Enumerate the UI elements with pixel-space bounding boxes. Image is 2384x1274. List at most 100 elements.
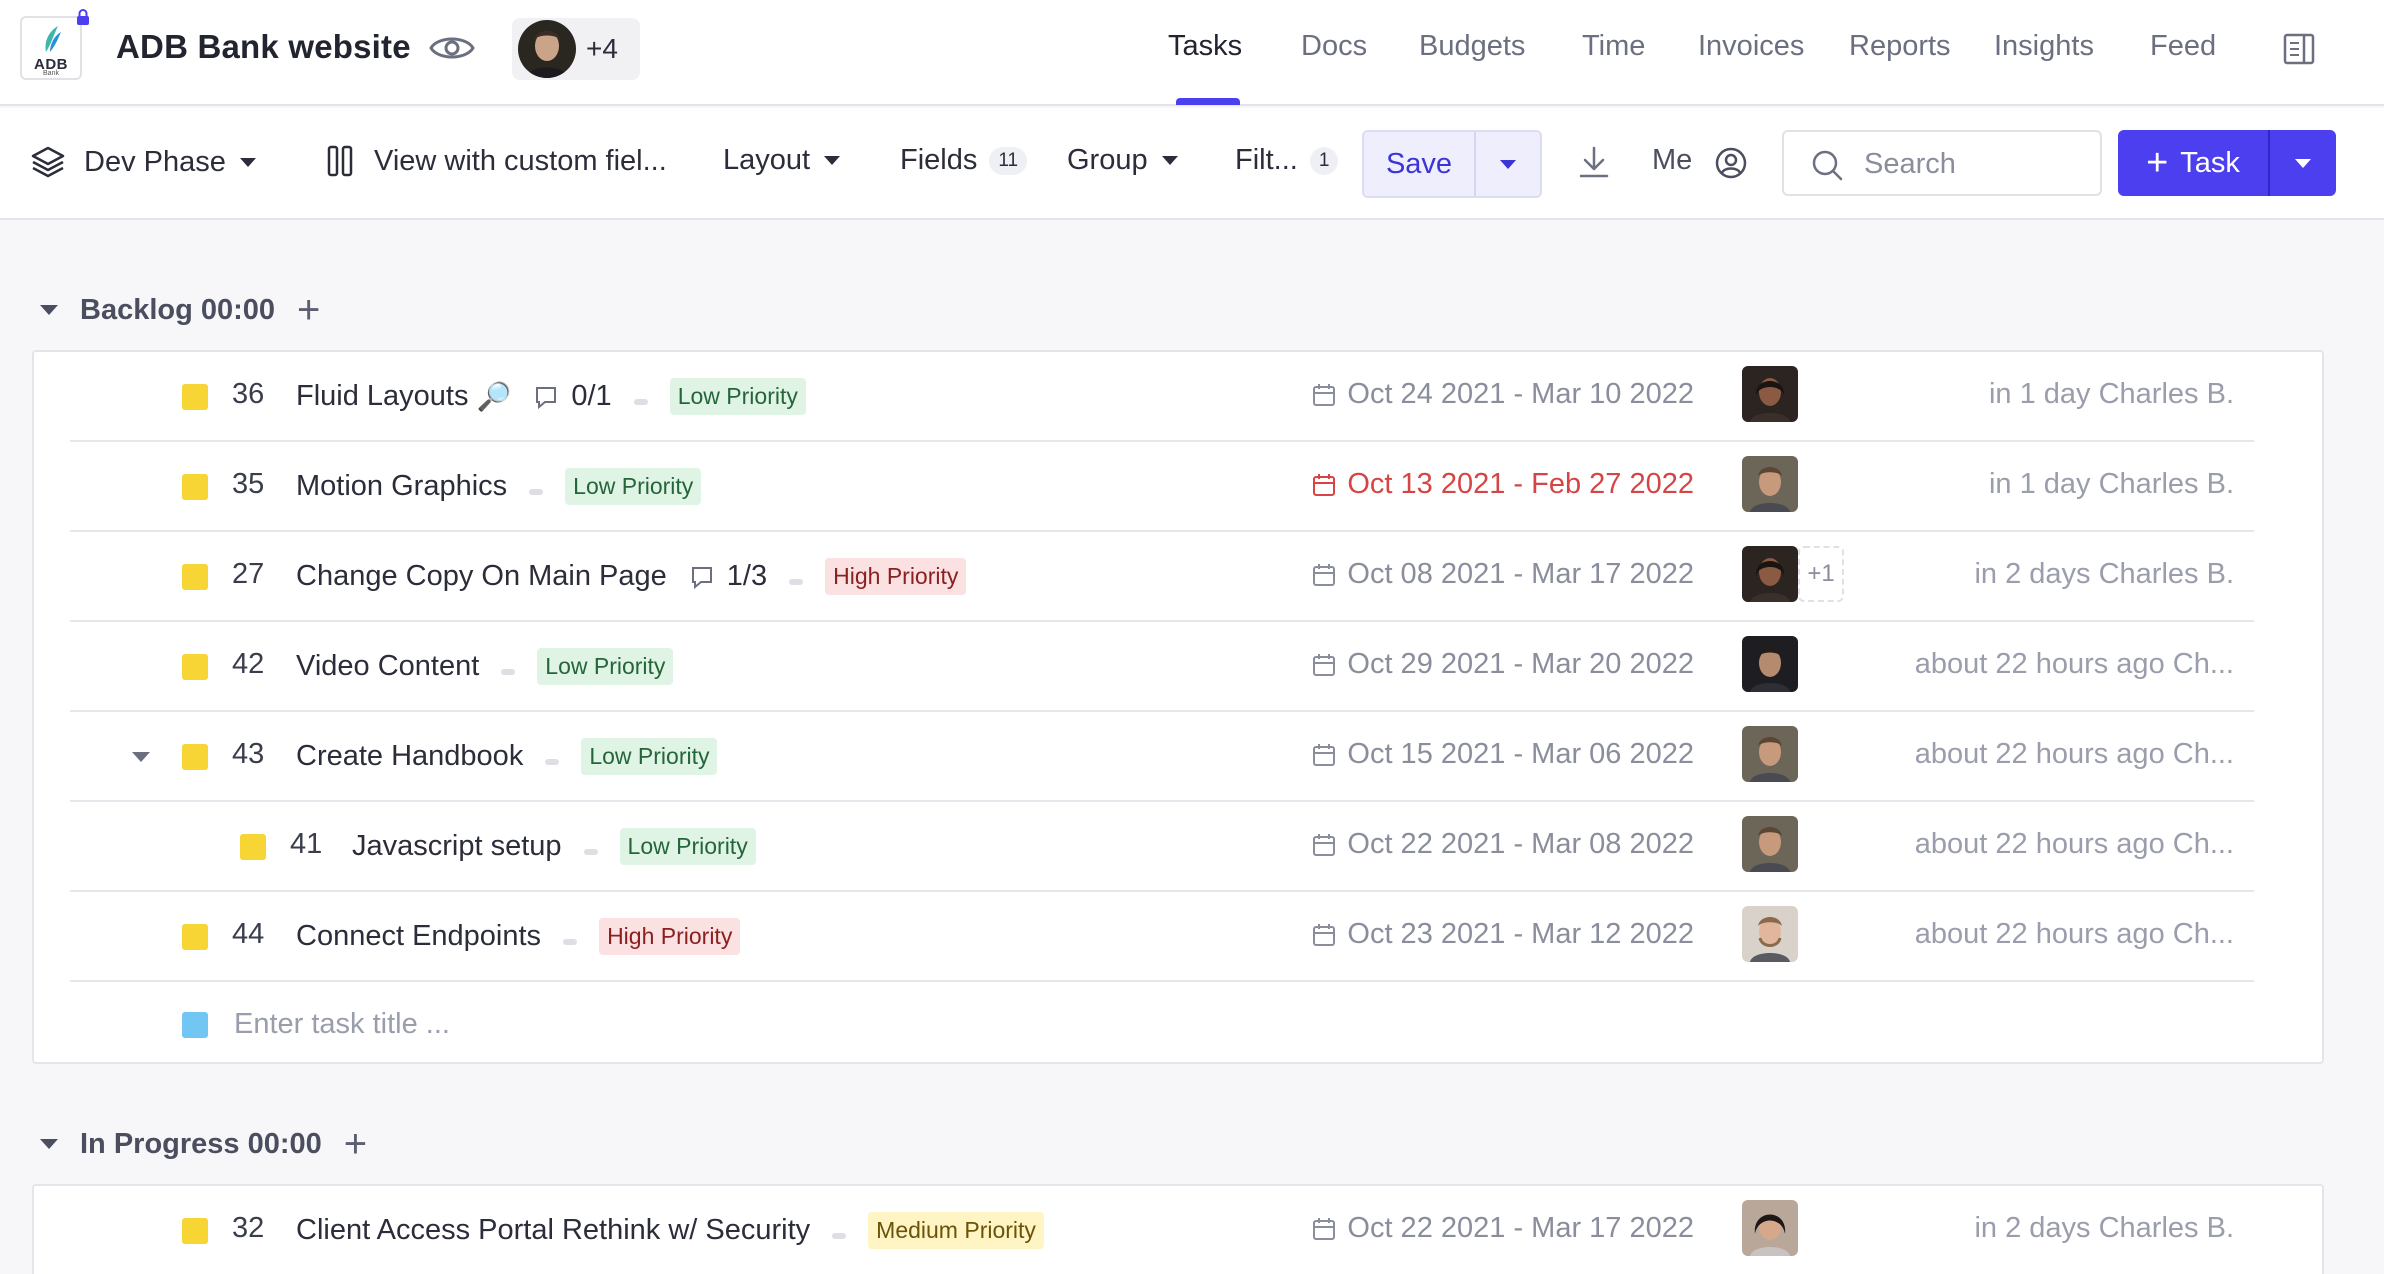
search-input[interactable] [1864, 144, 2084, 184]
calendar-icon [1313, 383, 1336, 406]
date-range[interactable]: Oct 22 2021 - Mar 17 2022 [1311, 1212, 1694, 1245]
collapse-caret-icon[interactable] [40, 305, 58, 315]
task-title-text: Javascript setup [352, 830, 562, 862]
table-row[interactable]: 42 Video Content Low Priority Oct 29 202… [70, 622, 2254, 712]
task-title[interactable]: Video Content Low Priority [296, 648, 674, 685]
logo-subtext: Bank [43, 70, 59, 77]
status-square[interactable] [182, 474, 208, 500]
status-square[interactable] [182, 924, 208, 950]
extra-assignees-count[interactable]: +1 [1798, 546, 1844, 602]
tab-insights[interactable]: Insights [1994, 30, 2094, 63]
expand-caret-icon[interactable] [132, 752, 150, 762]
task-title[interactable]: Create Handbook Low Priority [296, 738, 718, 775]
task-title[interactable]: Javascript setup Low Priority [352, 828, 756, 865]
assignee-avatar[interactable] [1742, 726, 1798, 782]
table-row[interactable]: 27 Change Copy On Main Page 1/3 High Pri… [70, 532, 2254, 622]
date-range[interactable]: Oct 24 2021 - Mar 10 2022 [1311, 378, 1694, 411]
members-group[interactable]: +4 [512, 18, 640, 80]
save-options-button[interactable] [1476, 132, 1540, 196]
new-task-title-input[interactable] [234, 1002, 1034, 1046]
me-filter-label[interactable]: Me [1652, 144, 1692, 177]
table-row[interactable]: 44 Connect Endpoints High Priority Oct 2… [70, 892, 2254, 982]
priority-badge[interactable]: Low Priority [581, 738, 718, 775]
filter-button[interactable]: Filt... 1 [1235, 144, 1339, 177]
columns-icon [327, 145, 353, 177]
tab-feed[interactable]: Feed [2150, 30, 2216, 63]
date-range-overdue[interactable]: Oct 13 2021 - Feb 27 2022 [1311, 468, 1694, 501]
search-box [1782, 130, 2102, 196]
group-dropdown[interactable]: Group [1067, 144, 1178, 177]
updated-text: in 1 day Charles B. [1988, 378, 2234, 410]
table-row[interactable]: 32 Client Access Portal Rethink w/ Secur… [70, 1186, 2254, 1274]
date-range[interactable]: Oct 29 2021 - Mar 20 2022 [1311, 648, 1694, 681]
priority-badge[interactable]: Low Priority [669, 378, 806, 415]
save-button[interactable]: Save [1364, 132, 1476, 196]
tab-docs[interactable]: Docs [1301, 30, 1367, 63]
table-row[interactable]: 43 Create Handbook Low Priority Oct 15 2… [70, 712, 2254, 802]
table-row-subtask[interactable]: 41 Javascript setup Low Priority Oct 22 … [70, 802, 2254, 892]
task-title[interactable]: Client Access Portal Rethink w/ Security… [296, 1212, 1044, 1249]
status-square[interactable] [182, 1218, 208, 1244]
fields-count-badge: 11 [989, 146, 1028, 175]
task-title[interactable]: Connect Endpoints High Priority [296, 918, 741, 955]
status-square[interactable] [182, 654, 208, 680]
task-id: 44 [232, 918, 265, 950]
download-icon[interactable] [1576, 144, 1612, 180]
assignee-avatar[interactable] [1742, 906, 1798, 962]
priority-badge[interactable]: High Priority [599, 918, 741, 955]
assignee-avatar[interactable] [1742, 366, 1798, 422]
group-header-backlog[interactable]: Backlog 00:00 + [40, 290, 320, 330]
status-square[interactable] [182, 564, 208, 590]
task-title[interactable]: Fluid Layouts 🔎 0/1 Low Priority [296, 378, 806, 415]
status-square[interactable] [240, 834, 266, 860]
assignee-avatar[interactable] [1742, 816, 1798, 872]
tab-time[interactable]: Time [1582, 30, 1645, 63]
priority-badge[interactable]: High Priority [825, 558, 967, 595]
priority-badge[interactable]: Low Priority [537, 648, 674, 685]
view-selector[interactable]: View with custom fiel... [326, 144, 667, 178]
phase-selector[interactable]: Dev Phase [30, 144, 256, 180]
watch-eye-icon[interactable] [428, 30, 476, 66]
task-title[interactable]: Change Copy On Main Page 1/3 High Priori… [296, 558, 967, 595]
add-task-plus-icon[interactable]: + [344, 1124, 367, 1164]
divider-dash [501, 668, 516, 675]
table-row[interactable]: 35 Motion Graphics Low Priority Oct 13 2… [70, 442, 2254, 532]
tab-budgets[interactable]: Budgets [1419, 30, 1525, 63]
status-square[interactable] [182, 744, 208, 770]
date-range[interactable]: Oct 22 2021 - Mar 08 2022 [1311, 828, 1694, 861]
priority-badge[interactable]: Low Priority [565, 468, 702, 505]
date-range[interactable]: Oct 08 2021 - Mar 17 2022 [1311, 558, 1694, 591]
assignee-avatar[interactable] [1742, 1200, 1798, 1256]
user-circle-icon[interactable] [1714, 146, 1748, 180]
project-title: ADB Bank website [116, 28, 411, 65]
date-range-text: Oct 08 2021 - Mar 17 2022 [1347, 558, 1694, 590]
tab-tasks[interactable]: Tasks [1168, 30, 1242, 63]
project-logo[interactable]: ADB Bank [20, 16, 82, 80]
collapse-caret-icon[interactable] [40, 1139, 58, 1149]
updated-text: about 22 hours ago Ch... [1914, 738, 2234, 770]
assignee-avatar[interactable] [1742, 456, 1798, 512]
tab-reports[interactable]: Reports [1849, 30, 1951, 63]
layout-dropdown[interactable]: Layout [723, 144, 841, 177]
calendar-icon [1313, 1217, 1336, 1240]
add-task-plus-icon[interactable]: + [297, 290, 320, 330]
side-panel-icon[interactable] [2282, 32, 2316, 66]
priority-badge[interactable]: Medium Priority [868, 1212, 1044, 1249]
new-task-button[interactable]: + Task [2118, 130, 2270, 196]
date-range[interactable]: Oct 15 2021 - Mar 06 2022 [1311, 738, 1694, 771]
divider-dash [789, 578, 804, 585]
assignee-avatar[interactable] [1742, 636, 1798, 692]
task-title[interactable]: Motion Graphics Low Priority [296, 468, 702, 505]
new-task-options-button[interactable] [2270, 130, 2336, 196]
fields-label: Fields [900, 144, 978, 176]
plus-icon: + [2146, 142, 2169, 184]
priority-badge[interactable]: Low Priority [619, 828, 756, 865]
date-range[interactable]: Oct 23 2021 - Mar 12 2022 [1311, 918, 1694, 951]
tab-invoices[interactable]: Invoices [1698, 30, 1804, 63]
table-row[interactable]: 36 Fluid Layouts 🔎 0/1 Low Priority Oct … [70, 352, 2254, 442]
status-square[interactable] [182, 384, 208, 410]
fields-button[interactable]: Fields 11 [900, 144, 1028, 177]
task-id: 32 [232, 1212, 265, 1244]
assignee-avatar[interactable] [1742, 546, 1798, 602]
group-header-in-progress[interactable]: In Progress 00:00 + [40, 1124, 367, 1164]
